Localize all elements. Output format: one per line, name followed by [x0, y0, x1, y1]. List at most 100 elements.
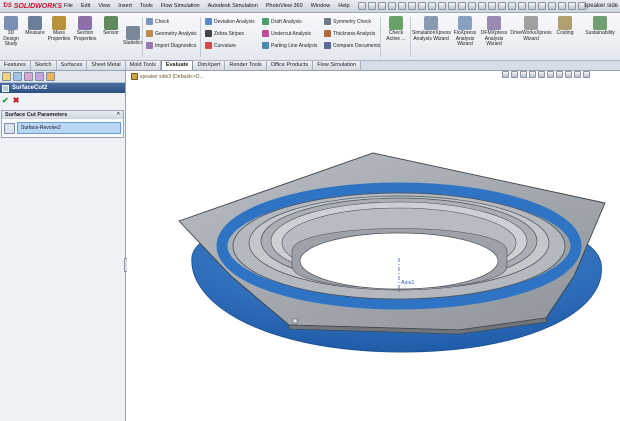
thickness-analysis-button[interactable]: Thickness Analysis [324, 29, 375, 38]
simulationxpress-analysis-wizard-button[interactable]: SimulationXpress Analysis Wizard [412, 16, 451, 42]
ok-check-icon[interactable]: ✔ [2, 96, 9, 105]
deviation-analysis-button[interactable]: Deviation Analysis [205, 17, 255, 26]
tab-sheet-metal[interactable]: Sheet Metal [87, 61, 126, 70]
geometry-analysis-button[interactable]: Geometry Analysis [146, 29, 197, 38]
new-icon[interactable] [357, 2, 366, 10]
dfmxpress-analysis-wizard-button[interactable]: DFMXpress Analysis Wizard [478, 16, 510, 48]
3d-design-study-button[interactable]: 3D Design Study [0, 16, 22, 48]
symmetry-check-button[interactable]: Symmetry Check [324, 17, 371, 26]
open-icon[interactable] [367, 2, 376, 10]
curvature-button[interactable]: Curvature [205, 41, 236, 50]
parting-line-analysis-icon [262, 42, 269, 49]
edit-icon[interactable] [537, 2, 546, 10]
display-icon[interactable] [517, 2, 526, 10]
menu-window[interactable]: Window [307, 0, 335, 13]
display-style-icon[interactable] [547, 71, 554, 78]
cancel-x-icon[interactable]: ✖ [13, 96, 20, 105]
feature-header: SurfaceCut2 [0, 83, 125, 93]
menu-photoview-360[interactable]: PhotoView 360 [262, 0, 307, 13]
menu-tools[interactable]: Tools [136, 0, 157, 13]
axis-label: Axis1 [401, 280, 414, 286]
previous-view-icon[interactable] [520, 71, 527, 78]
menu-insert[interactable]: Insert [114, 0, 136, 13]
driveworksxpress-wizard-button[interactable]: DriveWorksXpress Wizard [510, 16, 552, 42]
rotate-icon[interactable] [497, 2, 506, 10]
tool-label: Draft Analysis [271, 18, 302, 25]
view-settings-icon[interactable] [583, 71, 590, 78]
display-manager-icon[interactable] [46, 72, 55, 81]
tab-flow-simulation[interactable]: Flow Simulation [313, 61, 362, 70]
floxpress-analysis-wizard-button[interactable]: FloXpress Analysis Wizard [452, 16, 478, 48]
tab-render-tools[interactable]: Render Tools [225, 61, 267, 70]
select-icon[interactable] [407, 2, 416, 10]
menu-edit[interactable]: Edit [77, 0, 94, 13]
rebuild-icon[interactable] [417, 2, 426, 10]
tab-surfaces[interactable]: Surfaces [56, 61, 88, 70]
deviation-analysis-icon [205, 18, 212, 25]
section-view-icon[interactable] [529, 71, 536, 78]
tab-evaluate[interactable]: Evaluate [160, 60, 194, 70]
zoom-icon[interactable] [487, 2, 496, 10]
check-button[interactable]: Check [146, 17, 169, 26]
feature-manager-icon[interactable] [2, 72, 11, 81]
save-icon[interactable] [377, 2, 386, 10]
tab-features[interactable]: Features [0, 61, 31, 70]
menu-help[interactable]: Help [334, 0, 353, 13]
circle-icon[interactable] [457, 2, 466, 10]
options-icon[interactable] [427, 2, 436, 10]
menu-flow-simulation[interactable]: Flow Simulation [157, 0, 204, 13]
parting-line-analysis-button[interactable]: Parting Line Analysis [262, 41, 317, 50]
tab-sketch[interactable]: Sketch [30, 61, 57, 70]
menu-autodesk-simulation[interactable]: Autodesk Simulation [204, 0, 262, 13]
rectangle-icon[interactable] [447, 2, 456, 10]
3d-design-study-icon [4, 16, 18, 30]
group-title-bar[interactable]: Surface Cut Parameters ^ [2, 111, 123, 119]
apply-scene-icon[interactable] [574, 71, 581, 78]
tool-label: SimulationXpress Analysis Wizard [412, 30, 451, 42]
print-icon[interactable] [387, 2, 396, 10]
cutting-surface-field[interactable]: Surface-Revolve2 [17, 122, 121, 134]
dimxpert-manager-icon[interactable] [35, 72, 44, 81]
tab-office-products[interactable]: Office Products [266, 61, 314, 70]
sustainability-button[interactable]: Sustainability [582, 16, 618, 37]
measure-button[interactable]: Measure [22, 16, 48, 37]
zoom-to-fit-icon[interactable] [502, 71, 509, 78]
graphics-viewport[interactable]: Axis1 speaker side3 (Default<<D... [127, 71, 620, 421]
arc-icon[interactable] [467, 2, 476, 10]
property-manager-icon[interactable] [13, 72, 22, 81]
import-diagnostics-button[interactable]: Import Diagnostics [146, 41, 196, 50]
check-active-button[interactable]: Check Active ... [384, 16, 408, 42]
view-orientation-icon[interactable] [538, 71, 545, 78]
tool-label: Measure [25, 30, 45, 36]
tab-dimxpert[interactable]: DimXpert [193, 61, 226, 70]
menu-view[interactable]: View [94, 0, 114, 13]
tree-flyout-text: speaker side3 (Default<<D... [140, 73, 204, 80]
line-icon[interactable] [477, 2, 486, 10]
hide-icon[interactable] [527, 2, 536, 10]
tool-label: Symmetry Check [333, 18, 372, 25]
zoom-area-icon[interactable] [511, 71, 518, 78]
model-view[interactable]: Axis1 [127, 71, 620, 421]
zebra-stripes-button[interactable]: Zebra Stripes [205, 29, 244, 38]
feature-tree-flyout[interactable]: speaker side3 (Default<<D... [131, 73, 204, 80]
hide-show-icon[interactable] [556, 71, 563, 78]
undo-icon[interactable] [397, 2, 406, 10]
edit-appearance-icon[interactable] [565, 71, 572, 78]
realview-icon[interactable] [567, 2, 576, 10]
tool-label: Undercut Analysis [271, 30, 312, 37]
configuration-manager-icon[interactable] [24, 72, 33, 81]
appearance-icon[interactable] [547, 2, 556, 10]
mass-properties-button[interactable]: Mass Properties [46, 16, 72, 42]
scene-icon[interactable] [557, 2, 566, 10]
undercut-analysis-button[interactable]: Undercut Analysis [262, 29, 311, 38]
draft-analysis-button[interactable]: Draft Analysis [262, 17, 302, 26]
compare-documents-button[interactable]: Compare Documents [324, 41, 380, 50]
section-properties-button[interactable]: Section Properties [72, 16, 98, 42]
collapse-chevron-icon[interactable]: ^ [117, 112, 120, 118]
costing-button[interactable]: Costing [554, 16, 576, 37]
solidworks-logo[interactable]: ƊS SOLIDWORKS [0, 0, 62, 13]
view-icon[interactable] [507, 2, 516, 10]
tab-mold-tools[interactable]: Mold Tools [125, 61, 161, 70]
sketch-icon[interactable] [437, 2, 446, 10]
menu-file[interactable]: File [60, 0, 77, 13]
